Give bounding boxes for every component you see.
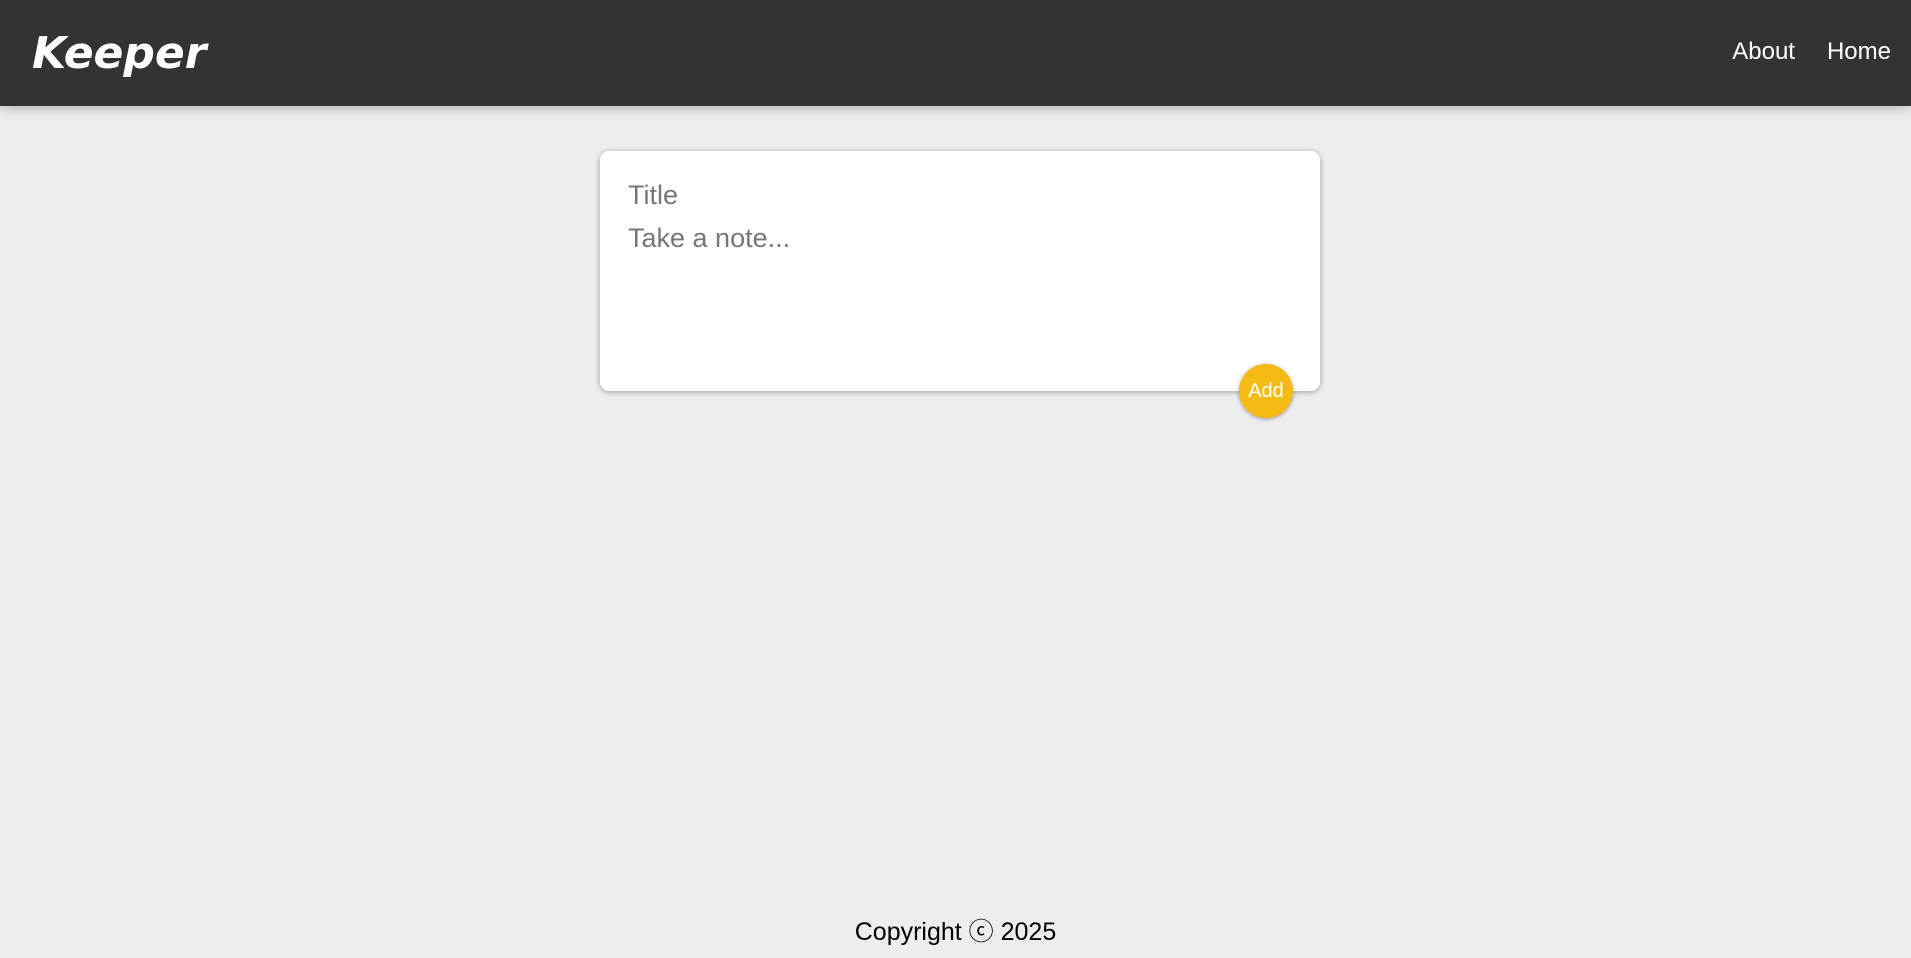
- page-footer: Copyright ⓒ 2025: [0, 912, 1911, 948]
- add-note-button[interactable]: Add: [1239, 364, 1293, 418]
- nav-link-about[interactable]: About: [1732, 38, 1795, 66]
- nav-link-home[interactable]: Home: [1827, 38, 1891, 66]
- note-title-input[interactable]: [628, 177, 1288, 213]
- app-logo: Keeper: [32, 28, 207, 79]
- top-nav: About Home: [1732, 38, 1891, 66]
- create-note-form: [600, 151, 1320, 391]
- note-content-textarea[interactable]: [628, 223, 1288, 363]
- app-header: Keeper About Home: [0, 0, 1911, 106]
- copyright-text: Copyright ⓒ 2025: [854, 918, 1057, 946]
